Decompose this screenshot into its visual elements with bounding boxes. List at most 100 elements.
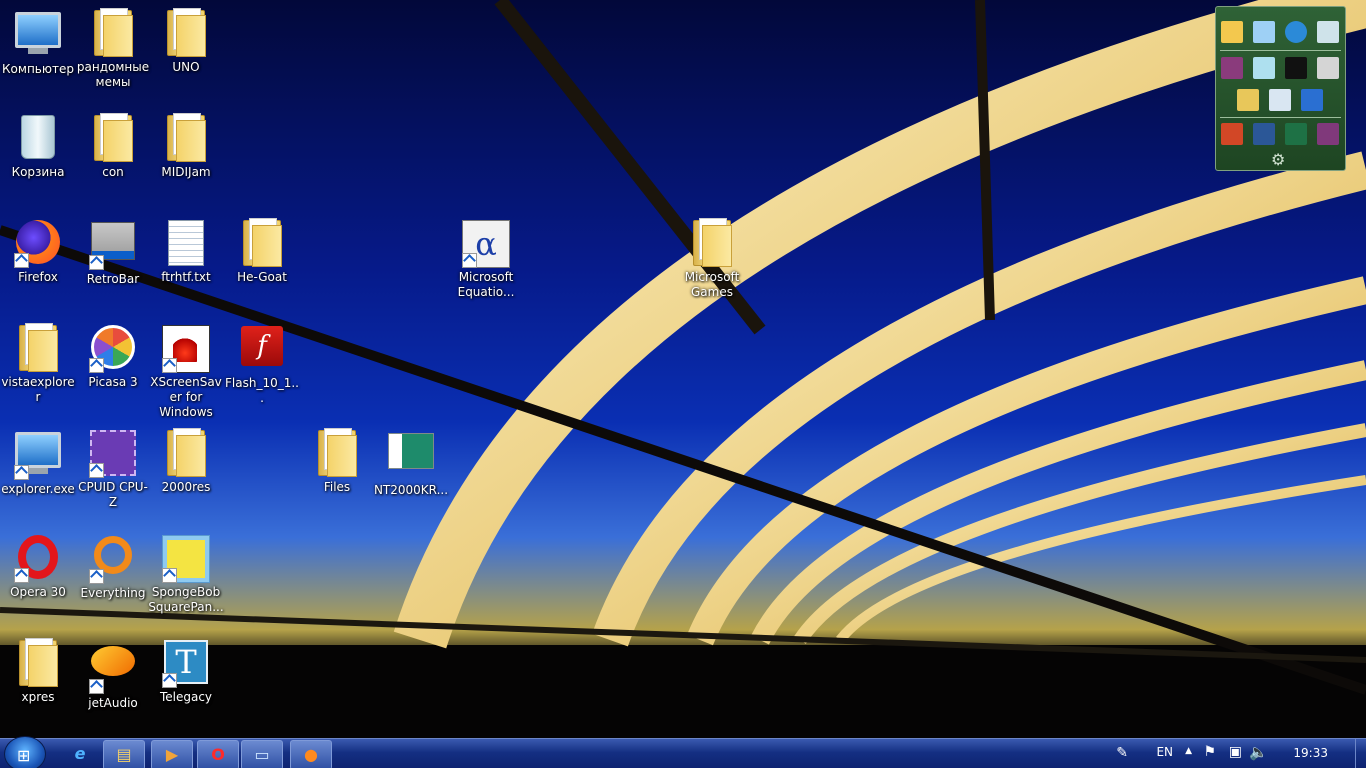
desktop-icon-files[interactable]: Files [299, 426, 375, 495]
desktop-icon-con[interactable]: con [75, 111, 151, 180]
desktop-icon-uno[interactable]: UNO [148, 6, 224, 75]
shortcut-arrow-icon [89, 679, 104, 694]
desktop-icon-label: 2000res [161, 480, 211, 494]
gear-icon[interactable]: ⚙ [1271, 150, 1285, 169]
desktop-icon-label: xpres [21, 690, 55, 704]
tools-icon[interactable] [1317, 57, 1339, 79]
desktop-icon-label: jetAudio [88, 696, 138, 710]
shortcut-arrow-icon [89, 358, 104, 373]
desktop-icon-telegacy[interactable]: T Telegacy [148, 636, 224, 705]
media-player-icon: ▶ [165, 745, 179, 764]
word-icon[interactable] [1253, 123, 1275, 145]
folder-icon [14, 638, 62, 688]
winrar-icon[interactable] [1221, 57, 1243, 79]
folder-icon [313, 428, 361, 478]
taskbar-internet-explorer-button[interactable]: e [60, 740, 100, 768]
desktop-icon-flash[interactable]: f Flash_10_1... [224, 321, 300, 406]
desktop-icon-everything[interactable]: Everything [75, 531, 151, 601]
desktop-icon-opera[interactable]: Opera 30 [0, 531, 76, 600]
powershell-icon[interactable] [1301, 89, 1323, 111]
desktop-icon-label: Telegacy [159, 690, 213, 704]
desktop-icon-label: рандомные мемы [76, 60, 150, 89]
opera-icon: O [211, 745, 225, 764]
desktop-icon-cpuz[interactable]: CPUID CPU-Z [75, 426, 151, 510]
folder-icon [162, 8, 210, 58]
flash-icon: f [238, 326, 286, 374]
start-button[interactable]: ⊞ [4, 736, 46, 768]
folder-icon [162, 113, 210, 163]
desktop-icon-firefox[interactable]: Firefox [0, 216, 76, 285]
taskbar-windows-explorer-button[interactable]: ▤ [103, 740, 145, 768]
shortcut-arrow-icon [162, 673, 177, 688]
desktop-icon-label: Everything [80, 586, 146, 600]
taskbar-window-button[interactable]: ▭ [241, 740, 283, 768]
gadget-divider [1220, 50, 1341, 51]
desktop-icon-spongebob[interactable]: SpongeBob SquarePan... [148, 531, 224, 615]
desktop-icon-label: con [102, 165, 124, 179]
show-desktop-button[interactable] [1355, 739, 1366, 768]
desktop-icon-memes[interactable]: рандомные мемы [75, 6, 151, 90]
desktop-icon-label: vistaexplorer [1, 375, 75, 404]
desktop-icon-res2000[interactable]: 2000res [148, 426, 224, 495]
desktop-icon-hegoat[interactable]: He-Goat [224, 216, 300, 285]
desktop-icon-label: He-Goat [237, 270, 287, 284]
desktop-icon-retrobar[interactable]: RetroBar [75, 216, 151, 287]
desktop-icon-picasa[interactable]: Picasa 3 [75, 321, 151, 390]
notepad-icon[interactable] [1253, 57, 1275, 79]
folder-icon [162, 428, 210, 478]
network-icon[interactable]: ▣ [1229, 744, 1242, 760]
trash-icon [14, 115, 62, 163]
volume-icon[interactable]: 🔈 [1249, 743, 1268, 761]
calculator-icon[interactable] [1269, 89, 1291, 111]
drive-icon[interactable] [1237, 89, 1259, 111]
desktop-icon-label: explorer.exe [1, 482, 75, 496]
jet-icon [89, 646, 137, 694]
desktop-icon-msgames[interactable]: Microsoft Games [674, 216, 750, 300]
eq-icon: α [462, 220, 510, 268]
desktop-icon-xscreensaver[interactable]: XScreenSaver for Windows [148, 321, 224, 420]
pc-icon [14, 432, 62, 480]
folder-icon [14, 323, 62, 373]
desktop-icon-nt2000[interactable]: NT2000KR... [373, 426, 449, 498]
powerpoint-icon[interactable] [1221, 123, 1243, 145]
folder-icon [238, 218, 286, 268]
desktop-icon-label: ftrhtf.txt [161, 270, 211, 284]
taskbar-opera-button[interactable]: O [197, 740, 239, 768]
folder-icon[interactable] [1221, 21, 1243, 43]
recycle-bin-icon[interactable] [1317, 21, 1339, 43]
desktop-icon-xpres[interactable]: xpres [0, 636, 76, 705]
desktop-icon-midijam[interactable]: MIDIJam [148, 111, 224, 180]
desktop-icon-vistaexplorer[interactable]: vistaexplorer [0, 321, 76, 405]
language-indicator[interactable]: EN [1156, 745, 1173, 759]
cpuz-icon [89, 430, 137, 478]
onenote-icon[interactable] [1317, 123, 1339, 145]
desktop-icon-label: Компьютер [2, 62, 74, 76]
show-hidden-icons-icon[interactable]: ▲ [1185, 746, 1192, 756]
desktop-icon-jetaudio[interactable]: jetAudio [75, 636, 151, 711]
desktop-icon-trash[interactable]: Корзина [0, 111, 76, 180]
network-icon[interactable] [1253, 21, 1275, 43]
desktop-icon-label: XScreenSaver for Windows [150, 375, 222, 419]
desktop-icon-msequation[interactable]: α Microsoft Equatio... [448, 216, 524, 300]
excel-icon[interactable] [1285, 123, 1307, 145]
internet-explorer-icon[interactable] [1285, 21, 1307, 43]
opera-icon [14, 535, 62, 583]
action-center-icon[interactable]: ✎ [1116, 745, 1128, 761]
firefox-icon: ● [304, 745, 318, 764]
desktop-icon-ftrhtf[interactable]: ftrhtf.txt [148, 216, 224, 285]
flag-icon[interactable]: ⚑ [1203, 744, 1216, 760]
taskbar-media-player-button[interactable]: ▶ [151, 740, 193, 768]
retro-icon [89, 222, 137, 270]
launcher-gadget[interactable]: ⚙ [1215, 6, 1346, 171]
desktop-icon-label: Microsoft Equatio... [457, 270, 515, 299]
desktop-icon-label: CPUID CPU-Z [78, 480, 148, 509]
clock[interactable]: 19:33 [1293, 746, 1328, 760]
desktop-icon-label: RetroBar [86, 272, 140, 286]
desktop-icon-explorerexe[interactable]: explorer.exe [0, 426, 76, 497]
desktop-icon-label: Files [323, 480, 351, 494]
desktop-icon-komp[interactable]: Компьютер [0, 6, 76, 77]
command-prompt-icon[interactable] [1285, 57, 1307, 79]
shortcut-arrow-icon [89, 463, 104, 478]
folder-icon [688, 218, 736, 268]
taskbar-firefox-button[interactable]: ● [290, 740, 332, 768]
